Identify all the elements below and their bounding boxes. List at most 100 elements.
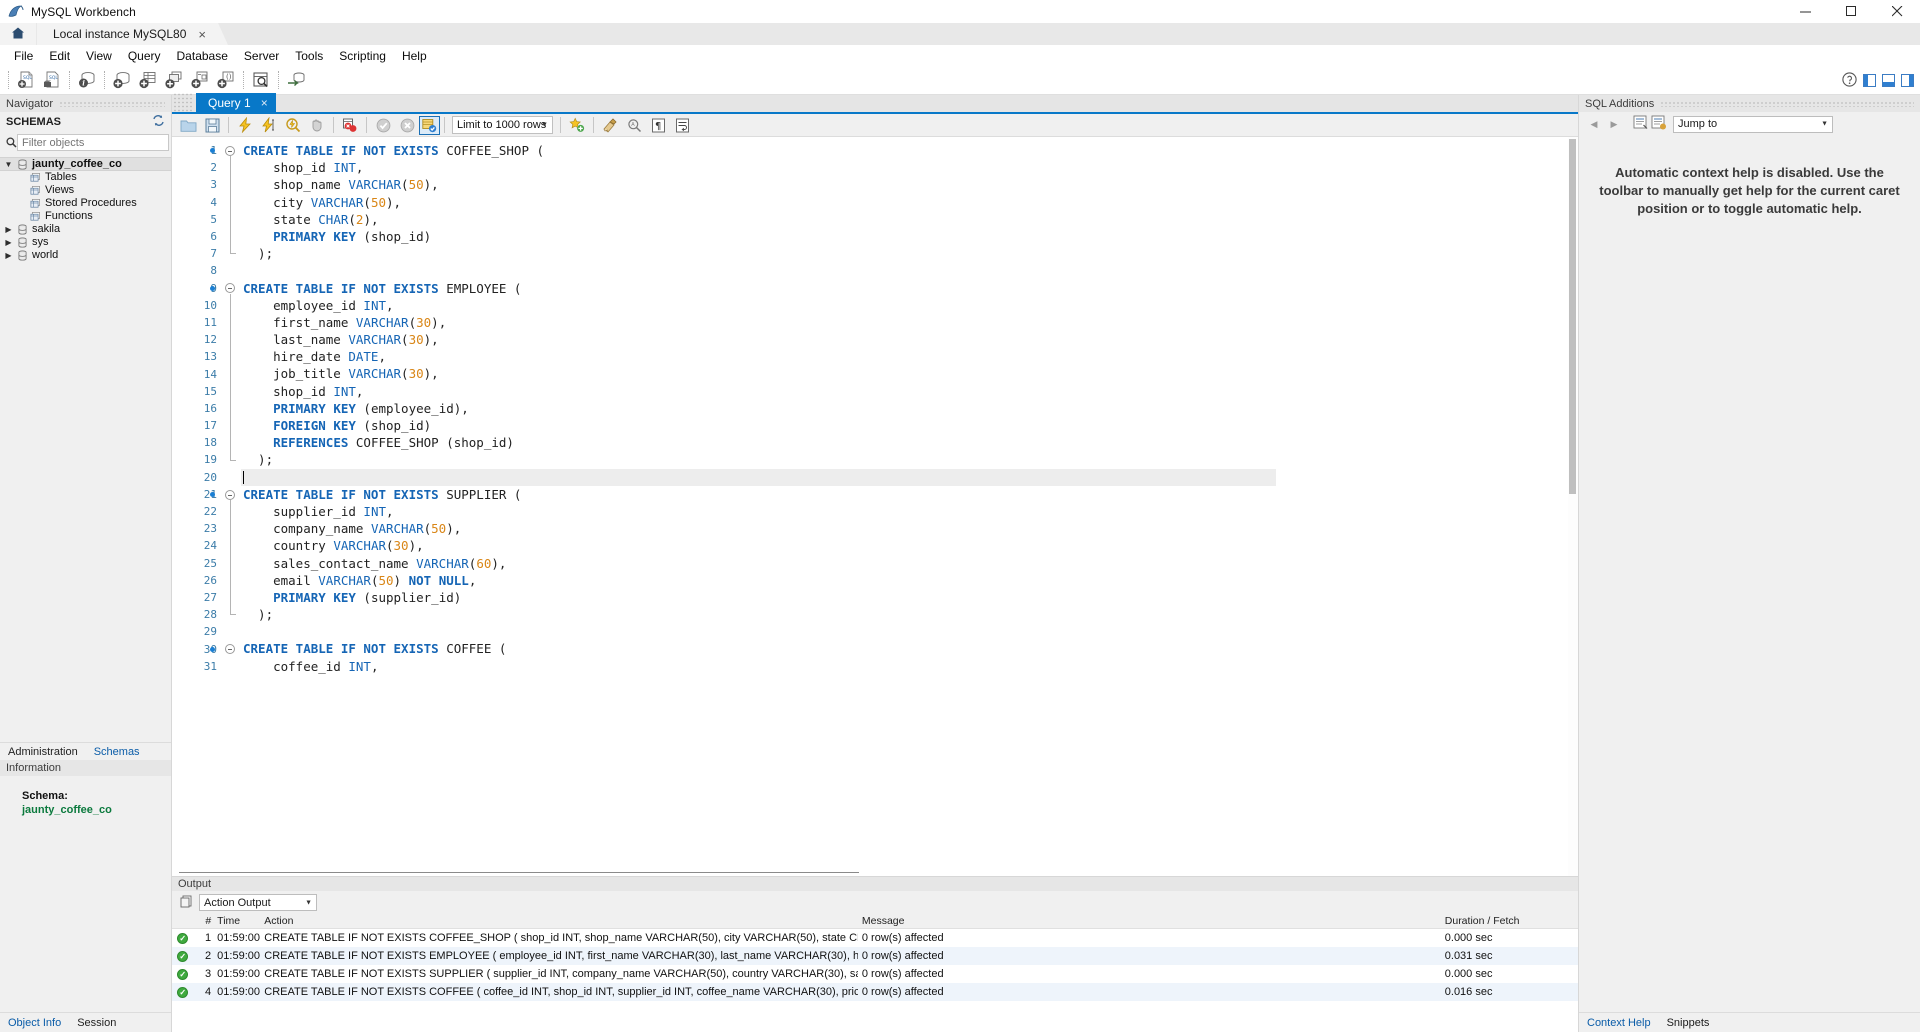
- explain-statement-button[interactable]: [281, 115, 305, 136]
- code-line[interactable]: FOREIGN KEY (shop_id): [241, 417, 1578, 434]
- code-line[interactable]: hire_date DATE,: [241, 348, 1578, 365]
- code-line[interactable]: sales_contact_name VARCHAR(60),: [241, 555, 1578, 572]
- code-line[interactable]: city VARCHAR(50),: [241, 194, 1578, 211]
- code-line[interactable]: CREATE TABLE IF NOT EXISTS COFFEE (: [241, 640, 1578, 657]
- wrap-lines-button[interactable]: [670, 115, 694, 136]
- fold-toggle-icon[interactable]: [225, 489, 235, 500]
- code-line[interactable]: shop_id INT,: [241, 383, 1578, 400]
- chevron-right-icon[interactable]: ▶: [2, 249, 15, 262]
- code-line[interactable]: [241, 623, 1578, 640]
- chevron-right-icon[interactable]: ▶: [2, 223, 15, 236]
- menu-file[interactable]: File: [6, 47, 41, 65]
- manual-help-icon[interactable]: [1633, 115, 1649, 133]
- code-line[interactable]: CREATE TABLE IF NOT EXISTS SUPPLIER (: [241, 486, 1578, 503]
- close-button[interactable]: [1874, 0, 1920, 23]
- code-line[interactable]: first_name VARCHAR(30),: [241, 314, 1578, 331]
- instance-tab[interactable]: Local instance MySQL80 ×: [37, 23, 228, 45]
- toggle-secondary-sidebar-icon[interactable]: [1901, 74, 1914, 87]
- sidebar-item-sakila[interactable]: ▶ sakila: [0, 223, 171, 236]
- tab-schemas[interactable]: Schemas: [86, 746, 148, 758]
- code-line[interactable]: shop_name VARCHAR(50),: [241, 176, 1578, 193]
- new-procedure-button[interactable]: [187, 68, 213, 92]
- new-schema-button[interactable]: [109, 68, 135, 92]
- maximize-button[interactable]: [1828, 0, 1874, 23]
- table-row[interactable]: ✓ 4 01:59:00 CREATE TABLE IF NOT EXISTS …: [172, 983, 1578, 1001]
- tab-object-info[interactable]: Object Info: [0, 1017, 69, 1029]
- minimize-button[interactable]: [1782, 0, 1828, 23]
- filter-objects-input[interactable]: [17, 134, 169, 151]
- output-pane-icon[interactable]: [180, 895, 193, 911]
- search-data-button[interactable]: [248, 68, 274, 92]
- menu-view[interactable]: View: [78, 47, 120, 65]
- save-snippet-button[interactable]: [565, 115, 589, 136]
- menu-database[interactable]: Database: [169, 47, 236, 65]
- chevron-right-icon[interactable]: ▶: [2, 236, 15, 249]
- sidebar-item-views[interactable]: Views: [0, 184, 171, 197]
- reconnect-server-button[interactable]: [283, 68, 309, 92]
- code-line[interactable]: supplier_id INT,: [241, 503, 1578, 520]
- menu-edit[interactable]: Edit: [41, 47, 78, 65]
- code-line[interactable]: state CHAR(2),: [241, 211, 1578, 228]
- close-icon[interactable]: ×: [198, 28, 206, 41]
- code-line[interactable]: );: [241, 245, 1578, 262]
- tab-administration[interactable]: Administration: [0, 746, 86, 758]
- tab-snippets[interactable]: Snippets: [1659, 1017, 1718, 1029]
- code-line[interactable]: [241, 262, 1578, 279]
- jump-to-select[interactable]: Jump to ▼: [1673, 115, 1833, 133]
- new-function-button[interactable]: (): [213, 68, 239, 92]
- chevron-down-icon[interactable]: ▼: [2, 158, 15, 171]
- beautify-sql-button[interactable]: [598, 115, 622, 136]
- fold-toggle-icon[interactable]: [225, 644, 235, 655]
- menu-scripting[interactable]: Scripting: [331, 47, 394, 65]
- code-line[interactable]: CREATE TABLE IF NOT EXISTS COFFEE_SHOP (: [241, 142, 1578, 159]
- limit-rows-select[interactable]: Limit to 1000 rows ▼: [452, 116, 553, 134]
- code-line[interactable]: employee_id INT,: [241, 297, 1578, 314]
- output-mode-select[interactable]: Action Output ▼: [199, 894, 317, 911]
- help-circle-icon[interactable]: [1842, 71, 1857, 90]
- rollback-button[interactable]: [395, 115, 419, 136]
- execute-current-statement-button[interactable]: [257, 115, 281, 136]
- code-line[interactable]: coffee_id INT,: [241, 658, 1578, 675]
- code-line[interactable]: PRIMARY KEY (employee_id),: [241, 400, 1578, 417]
- tab-context-help[interactable]: Context Help: [1579, 1017, 1659, 1029]
- forward-arrow-icon[interactable]: ▶: [1605, 115, 1623, 133]
- menu-tools[interactable]: Tools: [287, 47, 331, 65]
- fold-toggle-icon[interactable]: [225, 283, 235, 294]
- action-output-table[interactable]: # Time Action Message Duration / Fetch ✓…: [172, 914, 1578, 1032]
- editor-vertical-scrollbar[interactable]: [1568, 137, 1578, 876]
- code-line[interactable]: PRIMARY KEY (supplier_id): [241, 589, 1578, 606]
- code-line[interactable]: last_name VARCHAR(30),: [241, 331, 1578, 348]
- code-line[interactable]: CREATE TABLE IF NOT EXISTS EMPLOYEE (: [241, 280, 1578, 297]
- find-button[interactable]: A: [622, 115, 646, 136]
- sidebar-item-jaunty-coffee-co[interactable]: ▼ jaunty_coffee_co: [0, 157, 171, 171]
- sidebar-item-tables[interactable]: Tables: [0, 171, 171, 184]
- server-status-button[interactable]: i: [74, 68, 100, 92]
- code-line[interactable]: REFERENCES COFFEE_SHOP (shop_id): [241, 434, 1578, 451]
- open-sql-script-button[interactable]: SQL: [39, 68, 65, 92]
- new-table-button[interactable]: [135, 68, 161, 92]
- toggle-autocommit-button[interactable]: [419, 115, 440, 135]
- sidebar-item-functions[interactable]: Functions: [0, 210, 171, 223]
- commit-button[interactable]: [371, 115, 395, 136]
- code-line[interactable]: job_title VARCHAR(30),: [241, 365, 1578, 382]
- stop-execution-button[interactable]: [305, 115, 329, 136]
- scrollbar-thumb[interactable]: [1569, 139, 1576, 494]
- home-tab[interactable]: [0, 23, 36, 45]
- refresh-icon[interactable]: [152, 114, 165, 130]
- sql-code-content[interactable]: CREATE TABLE IF NOT EXISTS COFFEE_SHOP (…: [241, 137, 1578, 876]
- toggle-output-icon[interactable]: [1882, 74, 1895, 87]
- sql-editor[interactable]: 1234567891011121314151617181920212223242…: [172, 137, 1578, 876]
- toggle-sidebar-icon[interactable]: [1863, 74, 1876, 87]
- code-line[interactable]: PRIMARY KEY (shop_id): [241, 228, 1578, 245]
- toggle-stop-on-error-button[interactable]: [338, 115, 362, 136]
- toggle-invisible-chars-button[interactable]: ¶: [646, 115, 670, 136]
- menu-query[interactable]: Query: [120, 47, 169, 65]
- menu-help[interactable]: Help: [394, 47, 435, 65]
- code-folding-column[interactable]: [210, 137, 241, 876]
- tab-query-1[interactable]: Query 1 ×: [196, 93, 276, 112]
- table-row[interactable]: ✓ 3 01:59:00 CREATE TABLE IF NOT EXISTS …: [172, 965, 1578, 983]
- code-line[interactable]: email VARCHAR(50) NOT NULL,: [241, 572, 1578, 589]
- code-line[interactable]: );: [241, 606, 1578, 623]
- sidebar-item-stored-procedures[interactable]: Stored Procedures: [0, 197, 171, 210]
- sidebar-item-sys[interactable]: ▶ sys: [0, 236, 171, 249]
